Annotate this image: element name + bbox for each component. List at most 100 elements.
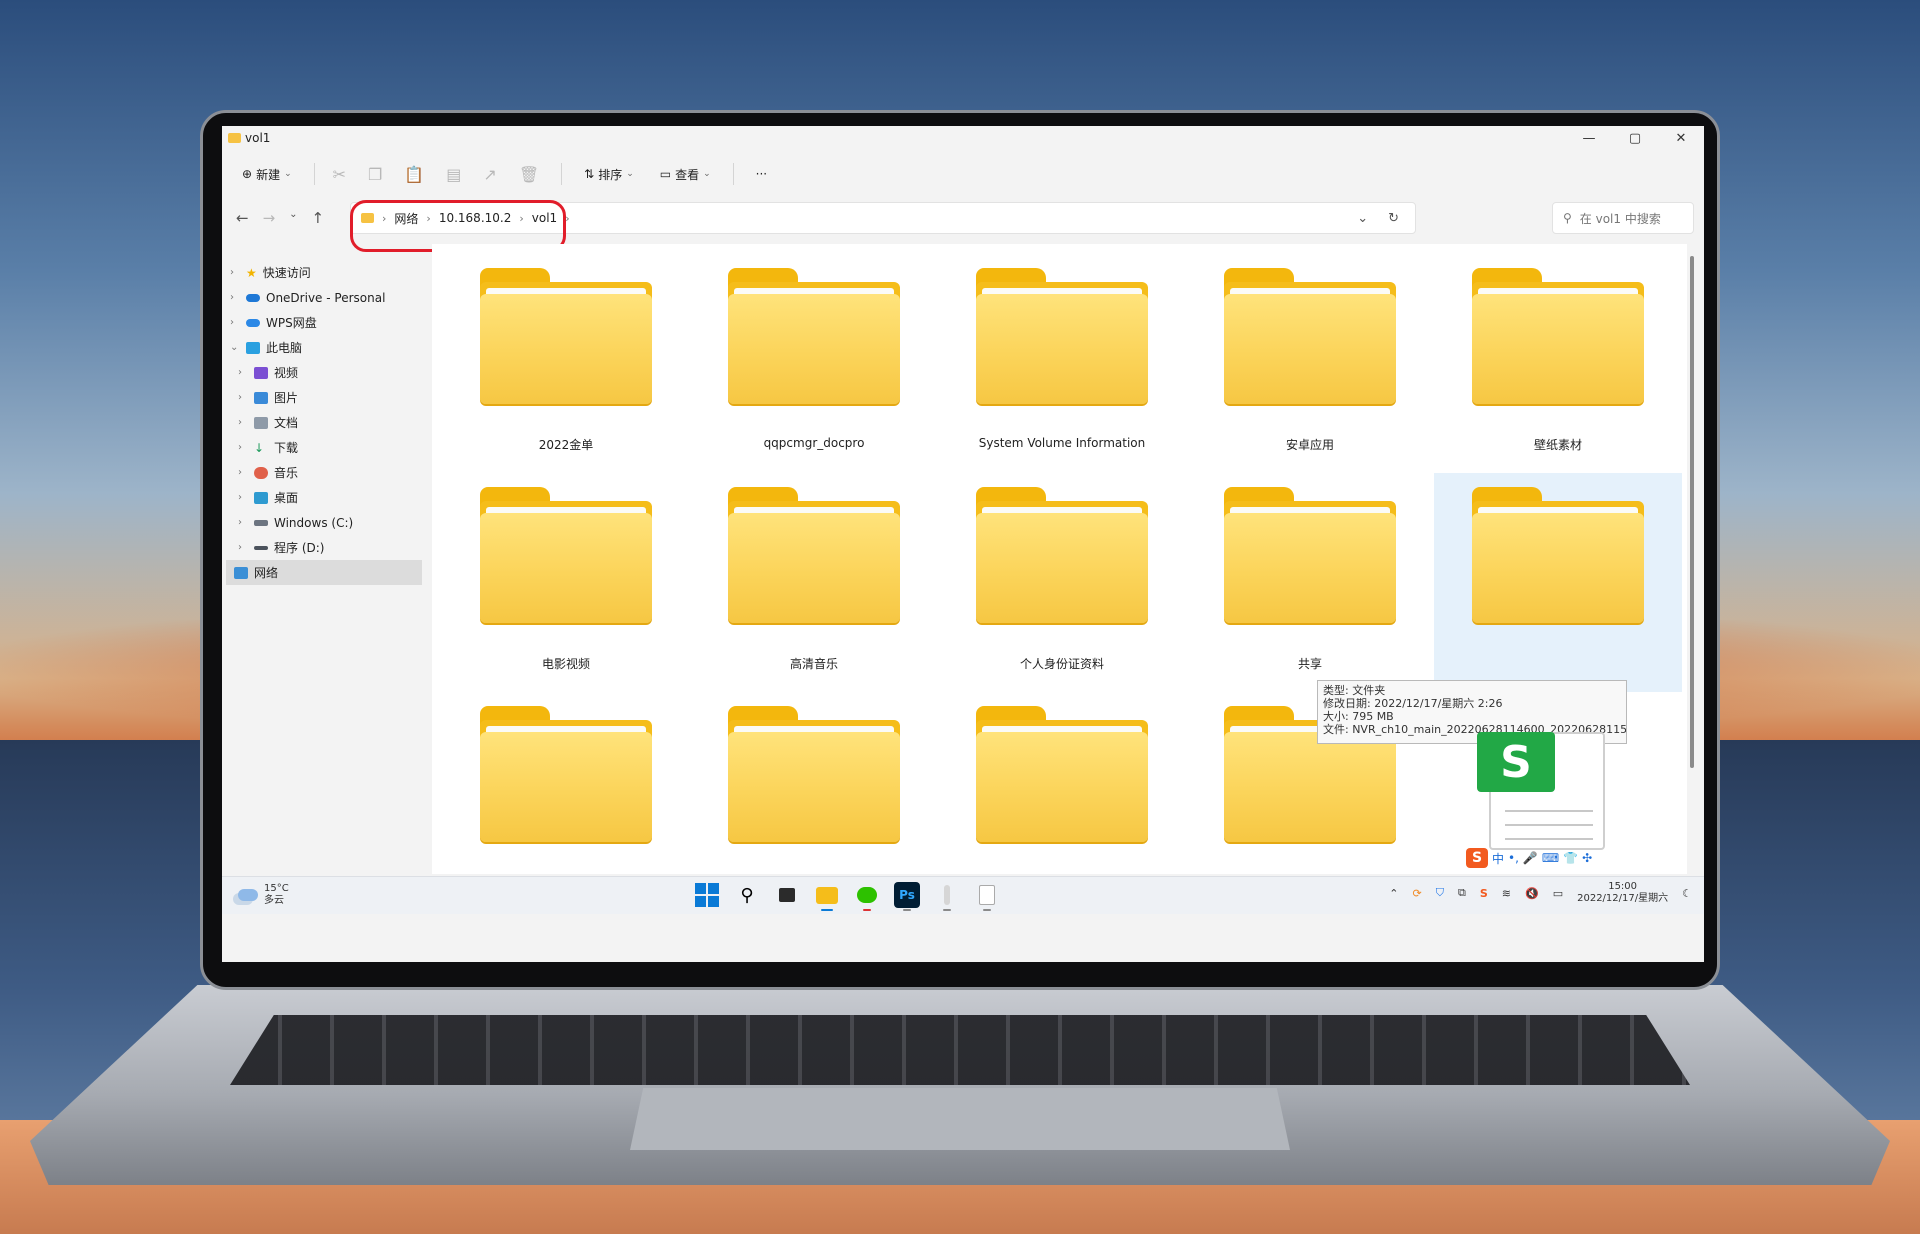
up-arrow-icon[interactable]: ↑ <box>312 209 325 227</box>
delete-icon[interactable]: 🗑 <box>519 165 539 184</box>
plus-circle-icon: ⊕ <box>242 167 253 181</box>
nav-videos[interactable]: › 视频 <box>222 360 422 385</box>
sync-icon[interactable]: ⟳ <box>1413 887 1422 900</box>
battery-icon[interactable]: ▭ <box>1553 887 1563 900</box>
forward-arrow-icon[interactable]: → <box>263 209 276 227</box>
refresh-icon[interactable]: ↻ <box>1388 211 1399 226</box>
laptop-screen: vol1 — ▢ ✕ ⊕ 新建 ⌄ ✂ ❐ 📋 ▤ ↗ 🗑 ⇅ 排序 ⌄ ▭ 查… <box>222 126 1704 962</box>
nav-quick-access[interactable]: › ★ 快速访问 <box>222 260 422 285</box>
more-icon: ··· <box>755 167 768 181</box>
photoshop-app[interactable]: Ps <box>894 882 920 911</box>
folder-item[interactable]: qqpcmgr_docpro <box>690 254 938 473</box>
clock[interactable]: 15:00 2022/12/17/星期六 <box>1577 881 1668 905</box>
nav-label: 视频 <box>274 366 299 380</box>
notification-icon[interactable]: ☾ <box>1682 887 1692 900</box>
volume-muted-icon[interactable]: 🔇 <box>1525 887 1539 900</box>
ime-mode-label[interactable]: 中 <box>1492 850 1504 867</box>
sort-icon: ⇅ <box>584 167 595 181</box>
command-bar: ⊕ 新建 ⌄ ✂ ❐ 📋 ▤ ↗ 🗑 ⇅ 排序 ⌄ ▭ 查看 ⌄ ··· <box>222 154 1704 194</box>
search-icon: ⚲ <box>1563 211 1572 225</box>
pinned-app[interactable] <box>934 882 960 911</box>
folder-item[interactable]: 个人身份证资料 <box>938 473 1186 692</box>
ime-toolbar[interactable]: S 中 •, 🎤 ⌨ 👕 ✣ <box>1466 848 1608 868</box>
nav-this-pc[interactable]: ⌄ 此电脑 <box>222 335 422 360</box>
more-button[interactable]: ··· <box>752 160 771 188</box>
folder-item[interactable]: 壁纸素材 <box>1434 254 1682 473</box>
notepad-app[interactable] <box>974 882 1000 911</box>
nav-documents[interactable]: › 文档 <box>222 410 422 435</box>
scrollbar[interactable] <box>1690 256 1694 768</box>
nav-drive-c[interactable]: › Windows (C:) <box>222 510 422 535</box>
nav-label: 程序 (D:) <box>274 541 325 555</box>
wechat-app[interactable] <box>854 882 880 911</box>
weather-widget[interactable]: 15°C 多云 <box>238 883 289 907</box>
microphone-icon[interactable]: 🎤 <box>1523 851 1538 865</box>
nav-network[interactable]: 网络 <box>226 560 422 585</box>
address-actions: ⌄ ↻ <box>1357 203 1399 233</box>
folder-item[interactable] <box>1434 473 1682 692</box>
nav-music[interactable]: › 音乐 <box>222 460 422 485</box>
cloud-icon <box>246 293 260 302</box>
folder-item[interactable]: 电影视频 <box>442 473 690 692</box>
navigation-pane: › ★ 快速访问 › OneDrive - Personal › WPS网盘 ⌄… <box>222 260 422 790</box>
chevron-right-icon: › <box>230 292 234 303</box>
folder-item[interactable]: 2022金单 <box>442 254 690 473</box>
back-arrow-icon[interactable]: ← <box>236 209 249 227</box>
folder-item[interactable]: System Volume Information <box>938 254 1186 473</box>
task-view-button[interactable] <box>774 882 800 908</box>
table-line <box>1505 824 1593 826</box>
wps-spreadsheet-icon[interactable]: S <box>1477 732 1605 850</box>
minimize-button[interactable]: — <box>1566 126 1612 150</box>
punctuation-icon[interactable]: •, <box>1508 851 1519 865</box>
cut-icon[interactable]: ✂ <box>333 165 346 184</box>
chevron-right-icon: › <box>238 367 242 378</box>
sogou-ime-icon[interactable]: S <box>1466 848 1488 868</box>
chevron-down-icon: ⌄ <box>626 169 634 179</box>
paste-icon[interactable]: 📋 <box>404 165 424 184</box>
wifi-icon[interactable]: ≋ <box>1502 887 1511 900</box>
toolbox-icon[interactable]: ✣ <box>1582 851 1592 865</box>
rename-icon[interactable]: ▤ <box>446 165 461 184</box>
tooltip-size: 大小: 795 MB <box>1323 710 1394 723</box>
nav-drive-d[interactable]: › 程序 (D:) <box>222 535 422 560</box>
close-button[interactable]: ✕ <box>1658 126 1704 150</box>
nav-label: 桌面 <box>274 491 299 505</box>
view-button[interactable]: ▭ 查看 ⌄ <box>656 160 715 188</box>
recent-chevron-icon[interactable]: ⌄ <box>289 209 297 227</box>
keyboard-icon[interactable]: ⌨ <box>1542 851 1559 865</box>
taskbar: 15°C 多云 ⚲ Ps ⌃ ⟳ ⛉ ⧉ S ≋ 🔇 ▭ 15:00 2022/… <box>222 876 1704 914</box>
new-button[interactable]: ⊕ 新建 ⌄ <box>238 160 296 188</box>
folder-label: 2022金单 <box>538 438 594 452</box>
file-explorer-app[interactable] <box>814 882 840 911</box>
copy-icon[interactable]: ❐ <box>368 165 382 184</box>
search-button[interactable]: ⚲ <box>734 882 760 908</box>
sort-button[interactable]: ⇅ 排序 ⌄ <box>580 160 638 188</box>
history-chevron-icon[interactable]: ⌄ <box>1357 211 1368 226</box>
skin-icon[interactable]: 👕 <box>1563 851 1578 865</box>
folder-item[interactable]: 安卓应用 <box>1186 254 1434 473</box>
shield-icon[interactable]: ⛉ <box>1436 886 1444 900</box>
search-input[interactable]: ⚲ 在 vol1 中搜索 <box>1552 202 1694 234</box>
nav-onedrive[interactable]: › OneDrive - Personal <box>222 285 422 310</box>
nav-desktop[interactable]: › 桌面 <box>222 485 422 510</box>
folder-icon <box>228 133 241 143</box>
nav-downloads[interactable]: › ↓ 下载 <box>222 435 422 460</box>
view-icon: ▭ <box>659 167 672 181</box>
chevron-up-icon[interactable]: ⌃ <box>1389 887 1398 900</box>
share-icon[interactable]: ↗ <box>483 165 496 184</box>
nav-label: 网络 <box>254 566 279 580</box>
nav-wps-cloud[interactable]: › WPS网盘 <box>222 310 422 335</box>
star-icon: ★ <box>246 265 257 280</box>
ime-switch-icon[interactable]: ⧉ <box>1458 886 1466 900</box>
window-controls: — ▢ ✕ <box>1566 126 1704 150</box>
start-button[interactable] <box>694 882 720 908</box>
folder-item[interactable]: 共享 <box>1186 473 1434 692</box>
download-icon: ↓ <box>254 440 265 455</box>
sogou-tray-icon[interactable]: S <box>1480 887 1488 900</box>
maximize-button[interactable]: ▢ <box>1612 126 1658 150</box>
nav-pictures[interactable]: › 图片 <box>222 385 422 410</box>
drive-icon <box>254 519 268 526</box>
document-icon <box>979 885 995 905</box>
drive-icon <box>254 545 268 550</box>
folder-item[interactable]: 高清音乐 <box>690 473 938 692</box>
